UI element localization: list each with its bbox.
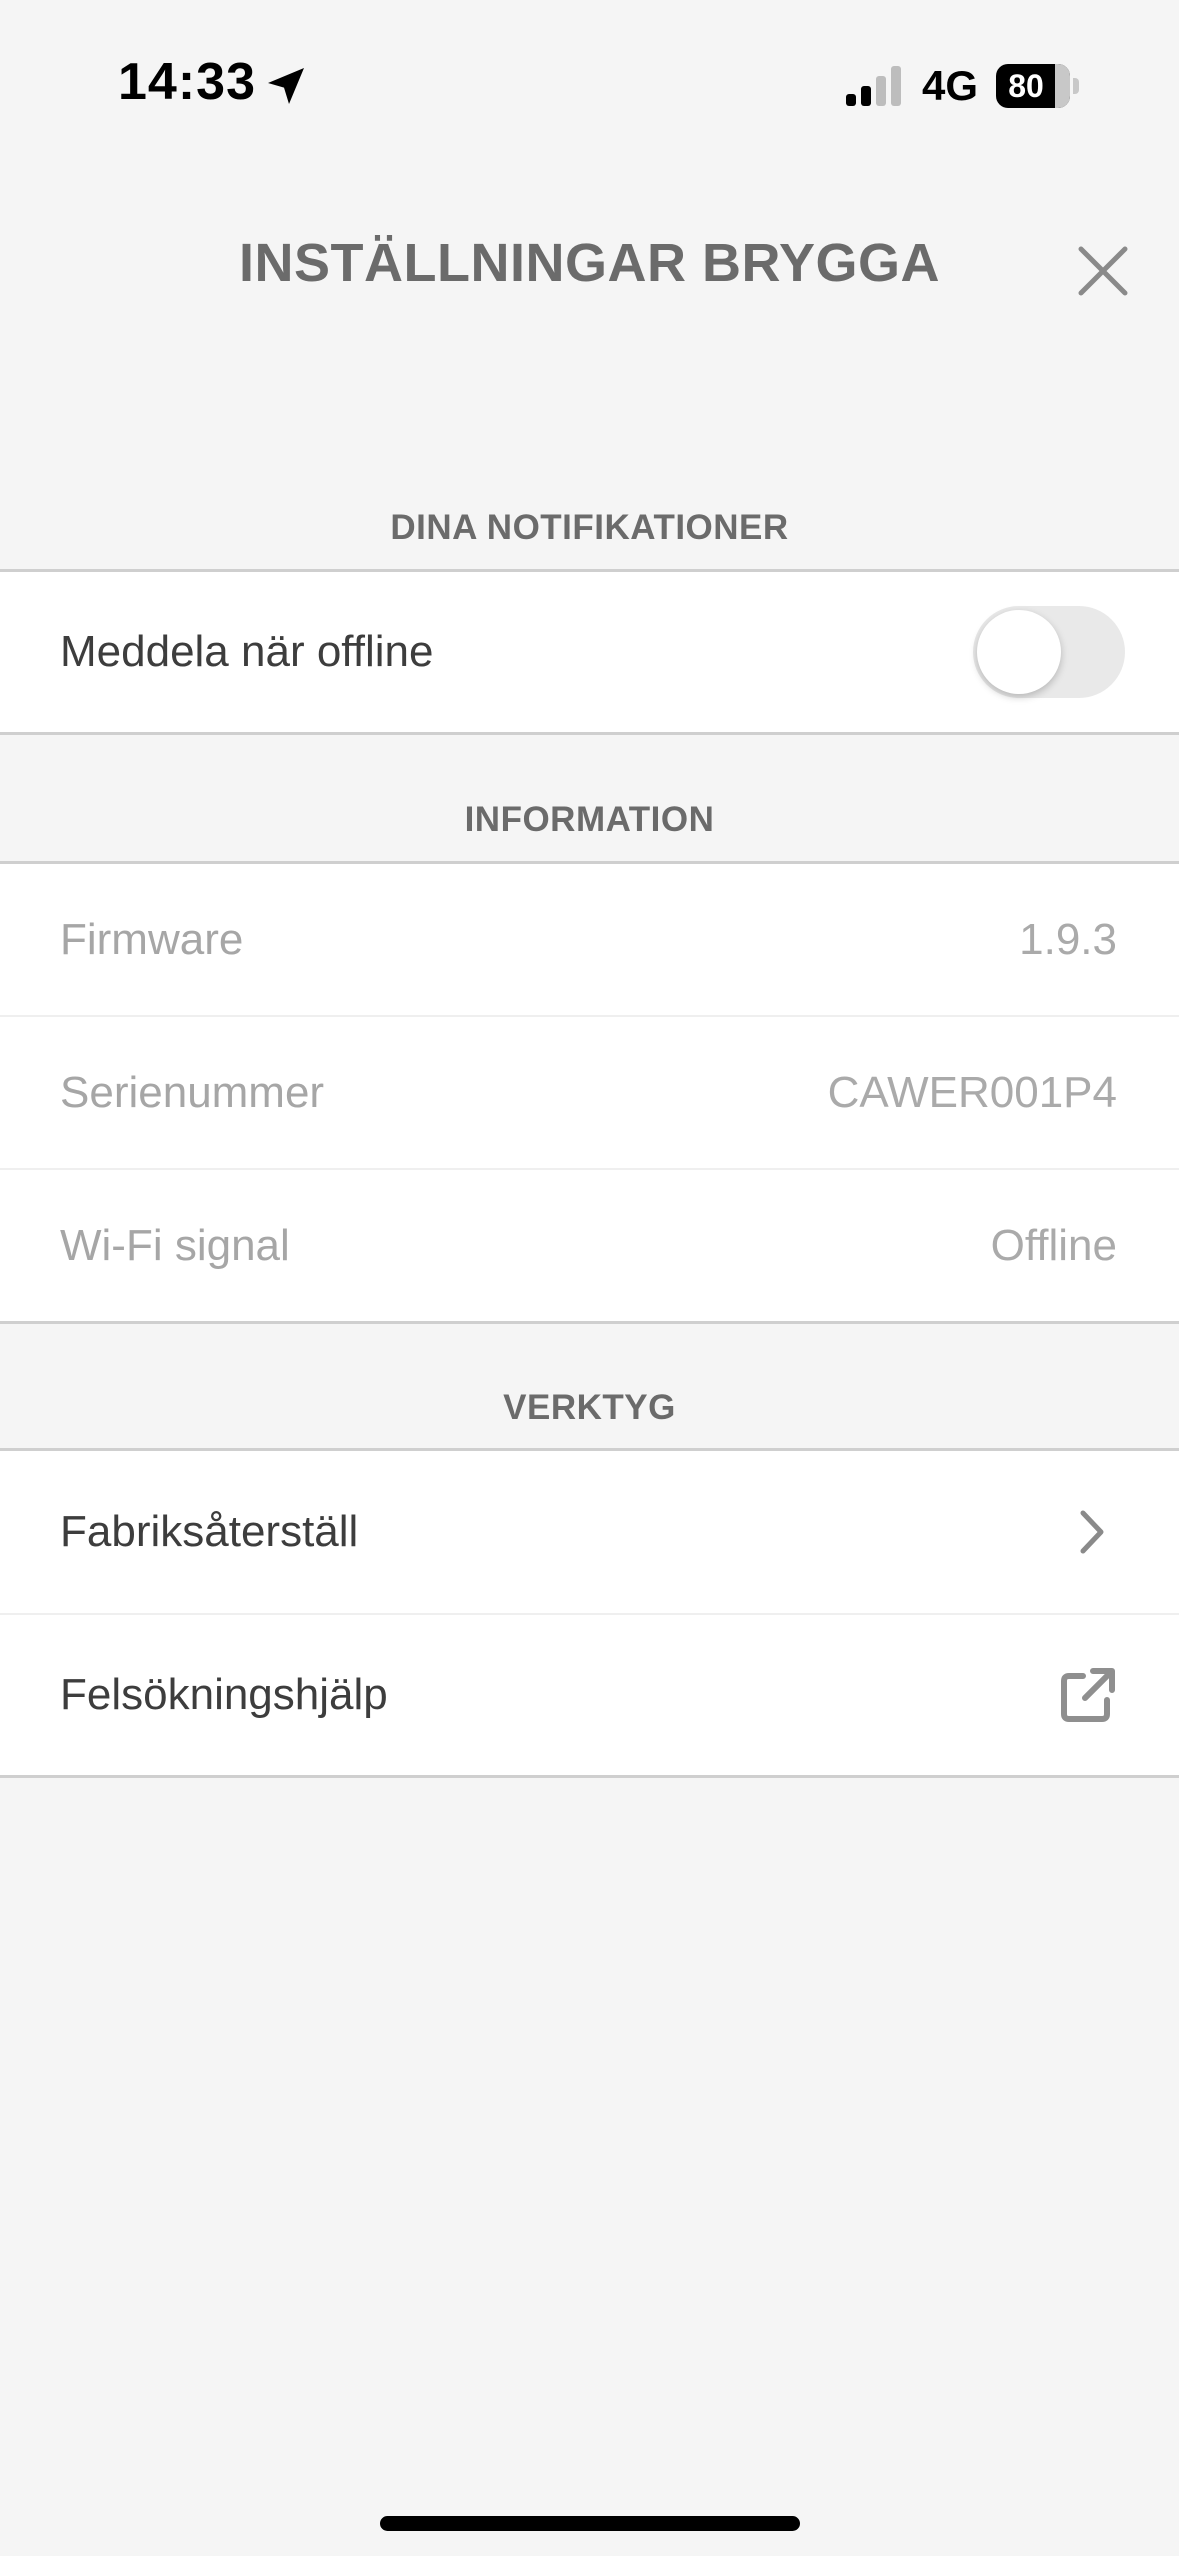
toggle-knob bbox=[977, 610, 1061, 694]
network-type: 4G bbox=[922, 62, 979, 109]
troubleshooting-row[interactable]: Felsökningshjälp bbox=[0, 1613, 1179, 1775]
external-link-icon bbox=[1061, 1668, 1115, 1722]
tools-group: Fabriksåterställ Felsökningshjälp bbox=[0, 1448, 1179, 1778]
troubleshooting-label: Felsökningshjälp bbox=[60, 1670, 388, 1719]
battery-indicator: 80 bbox=[996, 64, 1080, 108]
close-icon[interactable] bbox=[1070, 238, 1136, 304]
wifi-signal-value: Offline bbox=[990, 1220, 1117, 1270]
info-row-wifi: Wi-Fi signal Offline bbox=[0, 1168, 1179, 1321]
firmware-value: 1.9.3 bbox=[1019, 914, 1117, 964]
info-row-firmware: Firmware 1.9.3 bbox=[0, 864, 1179, 1015]
battery-nub bbox=[1073, 78, 1079, 94]
header: INSTÄLLNINGAR BRYGGA bbox=[0, 200, 1179, 340]
battery-percent: 80 bbox=[1008, 68, 1044, 104]
notify-offline-row: Meddela när offline bbox=[0, 572, 1179, 732]
information-group: Firmware 1.9.3 Serienummer CAWER001P4 Wi… bbox=[0, 861, 1179, 1324]
section-title-notifications: DINA NOTIFIKATIONER bbox=[390, 508, 789, 547]
page-title: INSTÄLLNINGAR BRYGGA bbox=[239, 233, 940, 293]
wifi-signal-label: Wi-Fi signal bbox=[60, 1220, 290, 1270]
serial-number-label: Serienummer bbox=[60, 1067, 325, 1117]
cellular-signal-icon bbox=[846, 66, 901, 106]
section-title-information: INFORMATION bbox=[464, 800, 715, 839]
factory-reset-label: Fabriksåterställ bbox=[60, 1507, 359, 1556]
serial-number-value: CAWER001P4 bbox=[827, 1067, 1117, 1117]
battery-body: 80 bbox=[996, 64, 1070, 108]
location-arrow-icon bbox=[268, 68, 304, 104]
info-row-serial: Serienummer CAWER001P4 bbox=[0, 1015, 1179, 1168]
battery-empty-part bbox=[1055, 64, 1070, 108]
status-time: 14:33 bbox=[118, 53, 256, 111]
factory-reset-row[interactable]: Fabriksåterställ bbox=[0, 1451, 1179, 1613]
status-bar: 14:33 4G 80 bbox=[0, 0, 1179, 170]
notify-offline-toggle[interactable] bbox=[973, 606, 1125, 698]
section-title-tools: VERKTYG bbox=[503, 1388, 676, 1427]
notify-offline-label: Meddela när offline bbox=[60, 627, 434, 676]
home-indicator[interactable] bbox=[380, 2516, 800, 2531]
firmware-label: Firmware bbox=[60, 914, 244, 964]
notifications-group: Meddela när offline bbox=[0, 569, 1179, 735]
chevron-right-icon bbox=[1080, 1510, 1104, 1554]
